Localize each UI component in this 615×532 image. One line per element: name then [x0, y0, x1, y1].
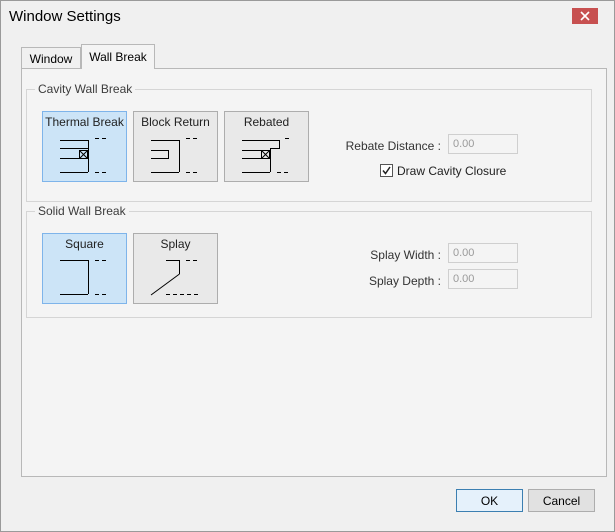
close-button[interactable]: [572, 8, 598, 24]
splay-icon: [150, 260, 198, 296]
ok-button[interactable]: OK: [456, 489, 523, 512]
splay-depth-label: Splay Depth :: [368, 274, 441, 288]
tab-window[interactable]: Window: [21, 47, 81, 69]
solid-group-label: Solid Wall Break: [35, 204, 129, 218]
draw-cavity-closure-label: Draw Cavity Closure: [397, 164, 507, 178]
thermal-break-icon: [60, 138, 106, 173]
thermal-break-option[interactable]: Thermal Break: [42, 111, 127, 182]
tab-wall-break-label: Wall Break: [89, 50, 147, 64]
splay-width-label: Splay Width :: [370, 248, 441, 262]
square-icon: [60, 260, 106, 295]
block-return-icon: [151, 138, 197, 173]
cavity-group-label: Cavity Wall Break: [35, 82, 136, 96]
square-option[interactable]: Square: [42, 233, 127, 304]
close-icon: [580, 11, 590, 21]
checkmark-icon: [382, 166, 391, 175]
window-settings-dialog: Window Settings Window Wall Break Cavity…: [0, 0, 615, 532]
tab-wall-break[interactable]: Wall Break: [81, 44, 155, 69]
wall-break-panel: Cavity Wall Break Thermal Break Block Re…: [21, 68, 607, 477]
rebated-icon: [242, 138, 289, 173]
rebate-distance-label: Rebate Distance :: [345, 139, 441, 153]
tab-window-label: Window: [29, 51, 73, 66]
cancel-button[interactable]: Cancel: [528, 489, 595, 512]
splay-depth-input[interactable]: [448, 269, 518, 289]
dialog-title: Window Settings: [9, 8, 121, 25]
rebated-option[interactable]: Rebated: [224, 111, 309, 182]
splay-option[interactable]: Splay: [133, 233, 218, 304]
block-return-option[interactable]: Block Return: [133, 111, 218, 182]
draw-cavity-closure-checkbox[interactable]: [380, 164, 393, 177]
rebate-distance-input[interactable]: [448, 134, 518, 154]
title-bar: Window Settings: [1, 1, 614, 31]
cavity-wall-break-group: Cavity Wall Break Thermal Break Block Re…: [26, 82, 592, 202]
splay-width-input[interactable]: [448, 243, 518, 263]
solid-wall-break-group: Solid Wall Break Square Splay Splay Widt…: [26, 204, 592, 318]
